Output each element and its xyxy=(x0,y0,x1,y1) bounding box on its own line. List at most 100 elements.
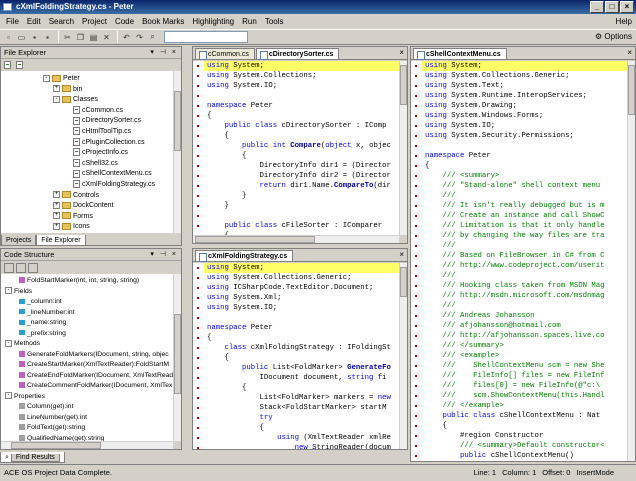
new-icon[interactable] xyxy=(16,61,23,69)
redo-icon[interactable]: ↷ xyxy=(134,32,145,43)
tree-folder[interactable]: + Controls xyxy=(53,191,99,201)
menu-edit[interactable]: Edit xyxy=(23,14,45,29)
tab-cdirectorysorter[interactable]: cDirectorySorter.cs xyxy=(255,48,340,60)
close-tab-icon[interactable]: × xyxy=(627,48,632,57)
status-bar: ACE OS Project Data Complete. Line: 1 Co… xyxy=(0,464,636,480)
structure-item[interactable]: Column(get):int xyxy=(19,402,73,412)
code-view-top[interactable]: using System; using System.Collections; us… xyxy=(193,61,399,235)
line-marker-icon xyxy=(415,145,417,147)
tree-folder[interactable]: + Icons xyxy=(53,222,90,232)
close-tab-icon[interactable]: × xyxy=(399,48,404,57)
menu-tools[interactable]: Tools xyxy=(261,14,288,29)
tree-file[interactable]: cHtmlToolTip.cs xyxy=(73,127,131,137)
filter-icon[interactable] xyxy=(28,262,38,273)
structure-item[interactable]: _prefix:string xyxy=(19,329,66,339)
expand-icon[interactable]: + xyxy=(53,201,60,209)
pane-buttons[interactable]: ▾ ⊣ × xyxy=(150,47,178,59)
menu-highlighting[interactable]: Highlighting xyxy=(188,14,238,29)
undo-icon[interactable]: ↶ xyxy=(121,32,132,43)
editor-right-scrollbar[interactable] xyxy=(627,61,635,461)
file-icon xyxy=(73,127,80,136)
structure-item[interactable]: CreateCommentFoldMarker(IDocument, XmlTe… xyxy=(19,381,172,391)
structure-item[interactable]: GenerateFoldMarkers(IDocument, string, o… xyxy=(19,350,169,360)
tree-file[interactable]: cProjectInfo.cs xyxy=(73,148,128,158)
code-line: namespace Peter xyxy=(207,102,273,110)
code-structure-scrollbar[interactable] xyxy=(173,274,181,441)
collapse-icon[interactable]: - xyxy=(5,392,12,400)
group-icon[interactable] xyxy=(16,262,26,273)
code-view-right[interactable]: using System; using System.Collections.Ge… xyxy=(411,61,627,461)
structure-item[interactable]: FoldStartMarker(int, int, string, string… xyxy=(19,276,139,286)
save-icon[interactable]: ▪ xyxy=(29,32,40,43)
tab-cxmlfoldingstrategy[interactable]: cXmlFoldingStrategy.cs xyxy=(195,250,294,262)
tree-folder[interactable]: + Forms xyxy=(53,212,93,222)
editor-top-scrollbar[interactable] xyxy=(399,61,407,235)
structure-group[interactable]: - Methods xyxy=(5,339,40,349)
editor-top-hscrollbar[interactable] xyxy=(193,235,399,243)
delete-icon[interactable]: ✕ xyxy=(101,32,112,43)
structure-label: Methods xyxy=(14,340,41,347)
tab-ccommon[interactable]: cCommon.cs xyxy=(195,48,255,60)
expand-icon[interactable]: + xyxy=(53,223,60,231)
tab-find-results[interactable]: ⌕ Find Results xyxy=(0,452,65,463)
tree-folder[interactable]: - Peter xyxy=(43,74,80,84)
structure-item[interactable]: CreateStartMarker(XmlTextReader):FoldSta… xyxy=(19,360,169,370)
open-folder-icon[interactable]: ▭ xyxy=(16,32,27,43)
file-icon xyxy=(73,158,80,167)
editor-bottom-scrollbar[interactable] xyxy=(399,263,407,449)
options-button[interactable]: ⚙ Options xyxy=(595,32,632,41)
tree-file[interactable]: cShellContextMenu.cs xyxy=(73,169,152,179)
tree-folder[interactable]: + DockContent xyxy=(53,201,113,211)
collapse-icon[interactable]: - xyxy=(5,287,12,295)
menu-run[interactable]: Run xyxy=(238,14,261,29)
search-input[interactable] xyxy=(164,31,248,43)
tree-file[interactable]: cXmlFoldingStrategy.cs xyxy=(73,180,155,190)
find-icon[interactable]: ⌕ xyxy=(147,32,158,43)
expand-icon[interactable]: + xyxy=(53,191,60,199)
tab-file-explorer[interactable]: File Explorer xyxy=(36,235,86,246)
menu-code[interactable]: Code xyxy=(111,14,138,29)
pane-buttons[interactable]: ▾ ⊣ × xyxy=(150,249,178,261)
maximize-button[interactable]: □ xyxy=(605,1,619,13)
structure-item[interactable]: _name:string xyxy=(19,318,66,328)
expand-icon[interactable]: + xyxy=(53,85,60,93)
code-structure-hscrollbar[interactable] xyxy=(1,441,173,449)
structure-item[interactable]: CreateEndFoldMarker(IDocument, XmlTextRe… xyxy=(19,371,181,381)
collapse-icon[interactable]: - xyxy=(5,339,12,347)
structure-item[interactable]: _column:int xyxy=(19,297,62,307)
collapse-icon[interactable]: - xyxy=(53,95,60,103)
tab-cshellcontextmenu[interactable]: cShellContextMenu.cs xyxy=(413,48,507,60)
minimize-button[interactable]: _ xyxy=(590,1,604,13)
menu-bookmarks[interactable]: Book Marks xyxy=(138,14,188,29)
copy-icon[interactable]: ❐ xyxy=(75,32,86,43)
menu-file[interactable]: File xyxy=(2,14,23,29)
code-line: /// Hooking class taken from MSDN Mag xyxy=(442,282,605,290)
tree-file[interactable]: cPluginCollection.cs xyxy=(73,137,145,148)
structure-item[interactable]: _lineNumber:int xyxy=(19,308,75,318)
structure-group[interactable]: - Fields xyxy=(5,287,32,297)
close-tab-icon[interactable]: × xyxy=(399,250,404,259)
structure-item[interactable]: FoldText(get):string xyxy=(19,423,85,433)
sort-icon[interactable] xyxy=(4,262,14,273)
menu-help[interactable]: Help xyxy=(616,14,632,29)
save-all-icon[interactable]: ▪ xyxy=(42,32,53,43)
tab-projects[interactable]: Projects xyxy=(1,235,37,246)
menu-project[interactable]: Project xyxy=(78,14,111,29)
expand-icon[interactable]: + xyxy=(53,212,60,220)
cut-icon[interactable]: ✂ xyxy=(62,32,73,43)
code-view-bottom[interactable]: using System; using System.Collections.Ge… xyxy=(193,263,399,449)
tree-file[interactable]: cCommon.cs xyxy=(73,105,123,116)
close-button[interactable]: × xyxy=(620,1,634,13)
tree-file[interactable]: cDirectorySorter.cs xyxy=(73,116,141,126)
paste-icon[interactable]: ▤ xyxy=(88,32,99,43)
tree-file[interactable]: cShell32.cs xyxy=(73,158,118,169)
refresh-icon[interactable] xyxy=(4,61,11,69)
tree-folder[interactable]: + bin xyxy=(53,85,82,95)
collapse-icon[interactable]: - xyxy=(43,74,50,82)
file-tree-scrollbar[interactable] xyxy=(173,71,181,233)
structure-group[interactable]: - Properties xyxy=(5,392,45,402)
tree-folder[interactable]: - Classes xyxy=(53,95,98,105)
menu-search[interactable]: Search xyxy=(45,14,78,29)
new-file-icon[interactable]: ▫ xyxy=(3,32,14,43)
structure-item[interactable]: LineNumber(get):int xyxy=(19,413,87,423)
